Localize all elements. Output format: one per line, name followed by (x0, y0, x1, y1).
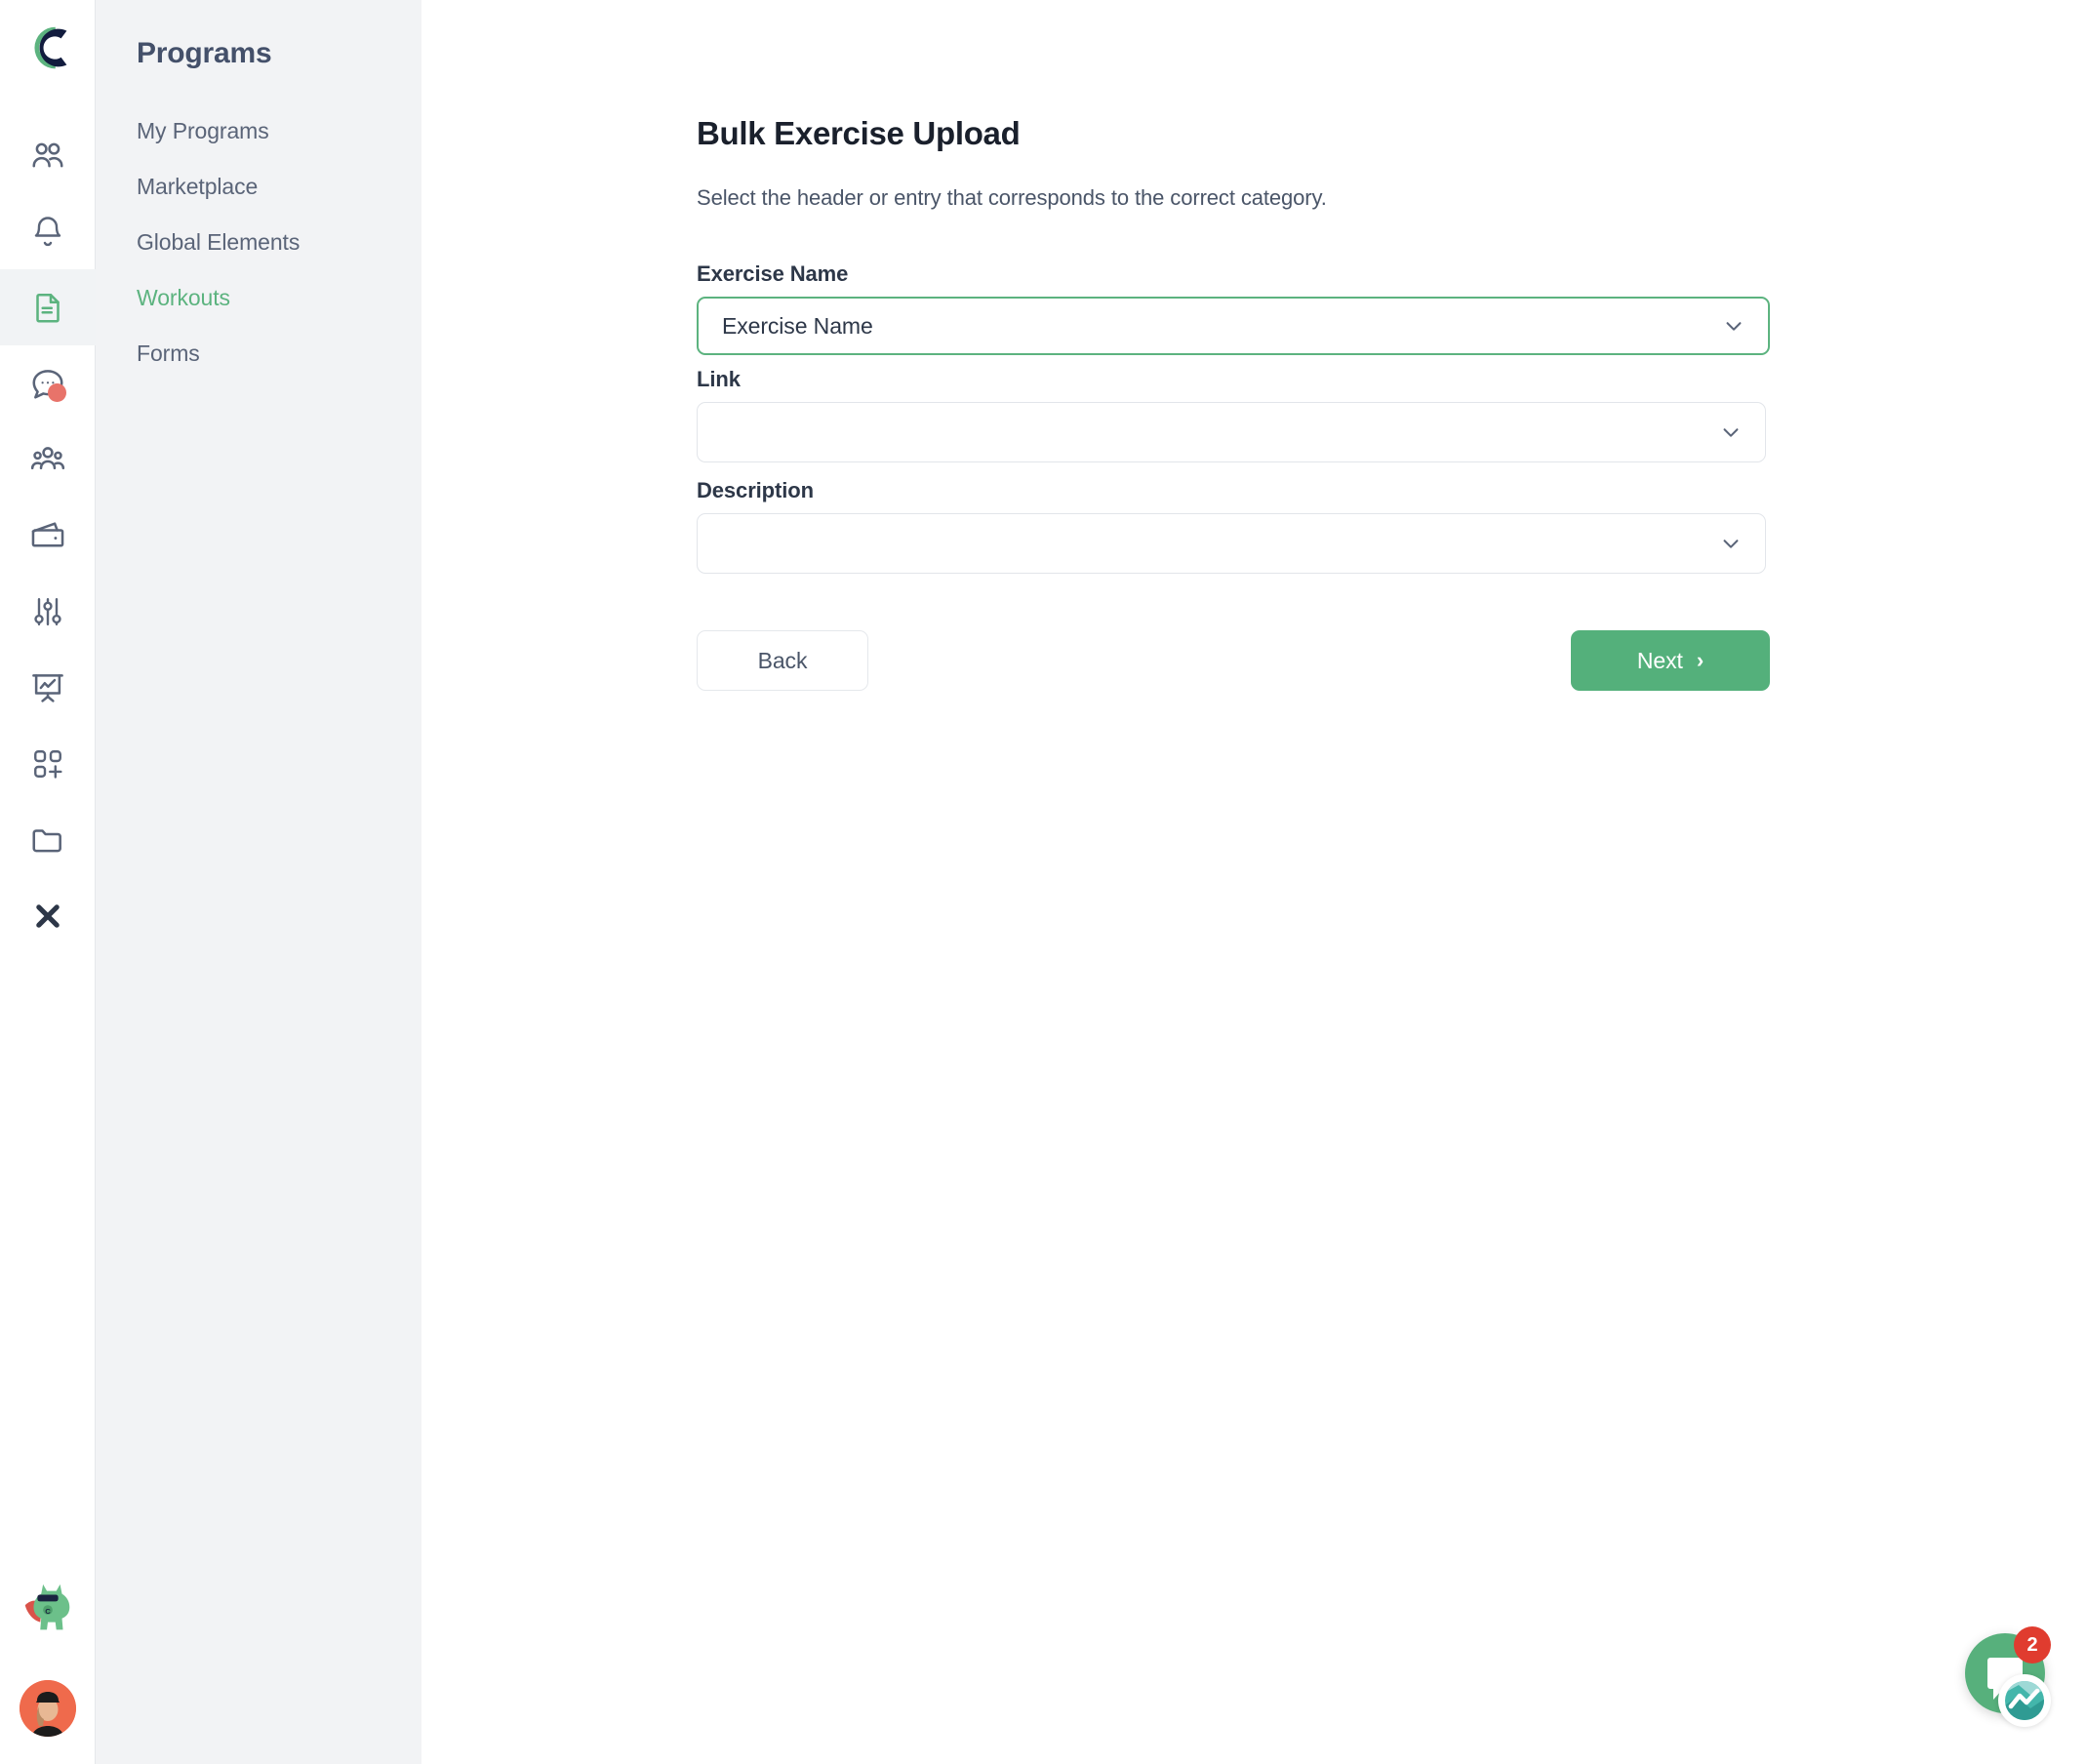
page-title: Programs (137, 37, 272, 69)
icon-rail-footer: C (0, 1579, 96, 1737)
rail-item-files[interactable] (0, 802, 96, 878)
select-description[interactable] (697, 513, 1766, 574)
intercom-glyph (2005, 1681, 2044, 1720)
sidebar-item-forms[interactable]: Forms (96, 326, 421, 381)
clients-icon (31, 142, 63, 168)
intercom-logo-icon (1998, 1674, 2051, 1727)
unread-indicator-dot (47, 383, 66, 402)
chevron-right-icon: › (1696, 648, 1705, 672)
bulk-upload-panel: Bulk Exercise Upload Select the header o… (697, 115, 1770, 691)
main-heading: Bulk Exercise Upload (697, 115, 1021, 151)
sidebar-nav-list: My Programs Marketplace Global Elements … (96, 103, 421, 381)
main-content: Bulk Exercise Upload Select the header o… (421, 0, 2086, 1764)
chat-launcher-button[interactable]: 2 (1965, 1626, 2051, 1727)
rail-item-reports[interactable] (0, 650, 96, 726)
main-subtitle: Select the header or entry that correspo… (697, 185, 1327, 210)
next-button[interactable]: Next › (1571, 630, 1770, 691)
rail-item-close[interactable] (0, 878, 96, 954)
chevron-down-icon (1720, 421, 1742, 443)
rail-item-clients[interactable] (0, 117, 96, 193)
icon-rail-items (0, 117, 96, 954)
sidebar-item-marketplace[interactable]: Marketplace (96, 159, 421, 215)
chat-unread-badge: 2 (2014, 1626, 2051, 1664)
app-root: C Programs My Programs Marketplace Globa… (0, 0, 2086, 1764)
c-logo-icon (33, 26, 66, 69)
form-actions: Back Next › (697, 630, 1770, 691)
chevron-down-icon (1720, 533, 1742, 554)
field-label-description: Description (697, 478, 814, 502)
sliders-icon (33, 598, 61, 626)
group-icon (30, 447, 64, 469)
sidebar-item-workouts[interactable]: Workouts (96, 270, 421, 326)
bell-icon (34, 217, 60, 247)
wallet-icon (31, 522, 63, 547)
rail-item-notifications[interactable] (0, 193, 96, 269)
add-apps-icon (33, 750, 62, 779)
document-icon (35, 293, 60, 323)
rail-item-messages[interactable] (0, 345, 96, 421)
folder-icon (31, 829, 61, 853)
user-avatar-image (20, 1680, 76, 1737)
rail-item-add-apps[interactable] (0, 726, 96, 802)
chevron-down-icon (1723, 315, 1745, 337)
mapping-form: Exercise Name Exercise Name Link Descrip… (697, 261, 1770, 691)
icon-rail: C (0, 0, 96, 1764)
field-label-link: Link (697, 367, 741, 391)
avatar[interactable] (20, 1680, 76, 1737)
superhero-cat-mascot: C (24, 1584, 70, 1630)
select-exercise-name[interactable]: Exercise Name (697, 297, 1770, 355)
close-x-icon (35, 904, 60, 928)
field-label-exercise-name: Exercise Name (697, 261, 849, 286)
sidebar-item-global-elements[interactable]: Global Elements (96, 215, 421, 270)
select-exercise-name-value: Exercise Name (722, 312, 873, 339)
select-link[interactable] (697, 402, 1766, 462)
rail-item-groups[interactable] (0, 421, 96, 498)
rail-item-wallet[interactable] (0, 498, 96, 574)
next-button-label: Next (1636, 647, 1683, 673)
sidebar-item-my-programs[interactable]: My Programs (96, 103, 421, 159)
back-button[interactable]: Back (697, 630, 868, 691)
rail-item-settings[interactable] (0, 574, 96, 650)
secondary-sidebar: Programs My Programs Marketplace Global … (96, 0, 421, 1764)
rail-item-programs[interactable] (0, 269, 96, 345)
app-logo[interactable] (0, 0, 96, 96)
svg-text:C: C (45, 1607, 51, 1616)
presentation-chart-icon (31, 674, 63, 702)
